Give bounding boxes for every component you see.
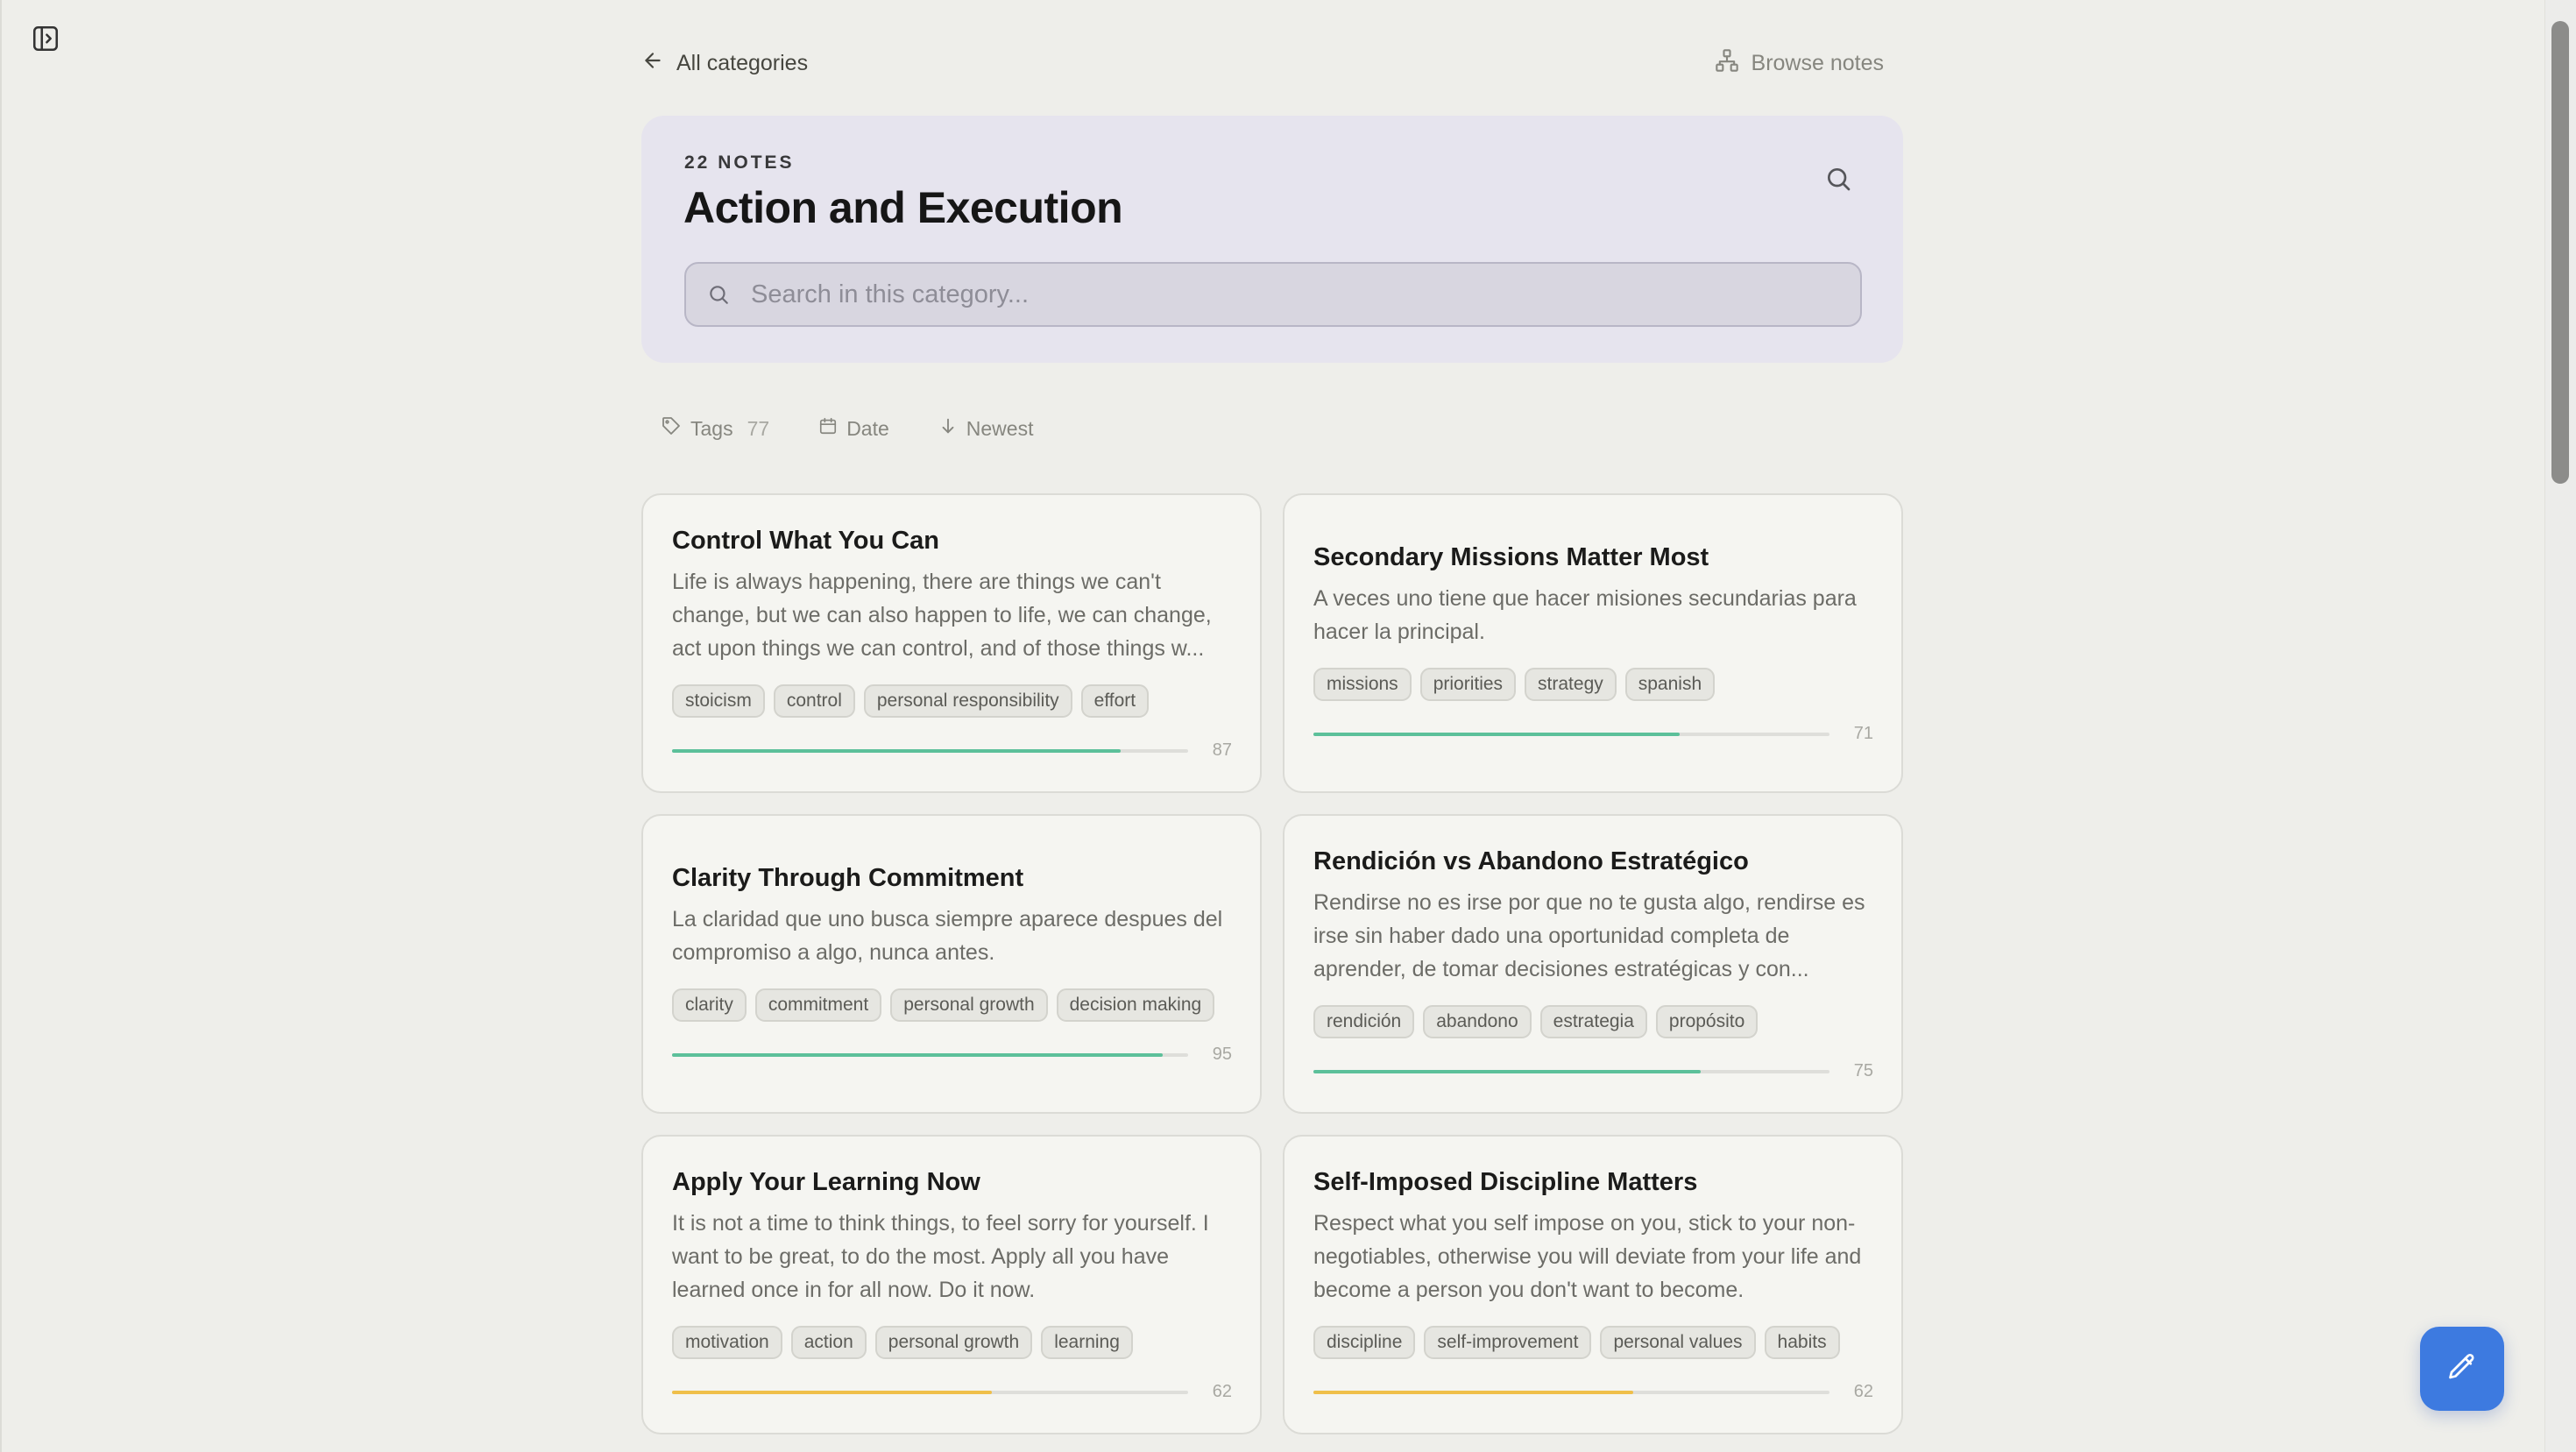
note-score: 71 (1853, 724, 1873, 743)
header-search-button[interactable] (1819, 161, 1858, 200)
note-title: Control What You Can (672, 527, 940, 555)
new-note-button[interactable] (2420, 1327, 2504, 1411)
note-title: Rendición vs Abandono Estratégico (1313, 847, 1749, 875)
note-score-fill (672, 749, 1122, 753)
note-tags: missions priorities strategy spanish (1313, 668, 1716, 701)
note-excerpt: Rendirse no es irse por que no te gusta … (1313, 890, 1865, 981)
note-card[interactable]: Rendición vs Abandono Estratégico Rendir… (1283, 814, 1903, 1114)
note-title: Self-Imposed Discipline Matters (1313, 1168, 1698, 1196)
tag-chip[interactable]: motivation (672, 1326, 782, 1359)
arrow-left-icon (641, 49, 664, 78)
note-card[interactable]: Control What You Can Life is always happ… (641, 493, 1262, 793)
note-excerpt: Respect what you self impose on you, sti… (1313, 1211, 1862, 1302)
pencil-icon (2446, 1351, 2478, 1387)
note-card[interactable]: Apply Your Learning Now It is not a time… (641, 1135, 1262, 1434)
tag-chip[interactable]: self-improvement (1424, 1326, 1592, 1359)
sort-button[interactable]: Newest (938, 416, 1034, 441)
browse-notes-label: Browse notes (1751, 50, 1884, 75)
note-title: Apply Your Learning Now (672, 1168, 980, 1196)
tag-chip[interactable]: control (773, 684, 855, 718)
tag-chip[interactable]: commitment (754, 988, 882, 1022)
note-score-fill (672, 1391, 993, 1394)
tag-chip[interactable]: rendición (1313, 1005, 1415, 1038)
note-score-fill (1313, 1391, 1634, 1394)
note-tags: discipline self-improvement personal val… (1313, 1326, 1840, 1359)
note-score-bar (1313, 1070, 1829, 1073)
tag-chip[interactable]: habits (1764, 1326, 1840, 1359)
note-score: 87 (1212, 740, 1232, 760)
tag-chip[interactable]: clarity (672, 988, 747, 1022)
tag-chip[interactable]: spanish (1624, 668, 1716, 701)
arrow-down-icon (938, 416, 958, 441)
note-title: Secondary Missions Matter Most (1313, 543, 1709, 571)
note-score-bar (1313, 1391, 1829, 1394)
note-score: 75 (1853, 1061, 1873, 1080)
note-excerpt: It is not a time to think things, to fee… (672, 1211, 1209, 1302)
note-score-fill (1313, 733, 1681, 736)
tag-chip[interactable]: personal values (1600, 1326, 1756, 1359)
note-excerpt: La claridad que uno busca siempre aparec… (672, 907, 1223, 965)
tag-chip[interactable]: decision making (1056, 988, 1215, 1022)
tag-icon (661, 415, 682, 442)
tags-filter-label: Tags (690, 416, 733, 440)
note-title: Clarity Through Commitment (672, 864, 1024, 892)
category-search-field[interactable] (684, 262, 1862, 327)
tag-chip[interactable]: personal responsibility (863, 684, 1072, 718)
scrollbar-thumb[interactable] (2551, 21, 2569, 484)
tags-count: 77 (747, 416, 770, 440)
tag-chip[interactable]: discipline (1313, 1326, 1416, 1359)
note-tags: rendición abandono estrategia propósito (1313, 1005, 1759, 1038)
tag-chip[interactable]: estrategia (1539, 1005, 1647, 1038)
back-to-all-categories-link[interactable]: All categories (641, 46, 808, 81)
note-tags: stoicism control personal responsibility… (672, 684, 1150, 718)
network-icon (1715, 48, 1739, 79)
notes-count: 22 NOTES (684, 152, 795, 173)
window-edge (0, 0, 2, 1452)
page-title: Action and Execution (683, 183, 1123, 232)
tag-chip[interactable]: learning (1041, 1326, 1133, 1359)
date-filter-button[interactable]: Date (818, 416, 889, 441)
tag-chip[interactable]: action (790, 1326, 867, 1359)
browse-notes-link[interactable]: Browse notes (1715, 46, 1884, 81)
app-window: All categories Browse notes 22 NOTES Act… (0, 0, 2576, 1452)
note-tags: clarity commitment personal growth decis… (672, 988, 1215, 1022)
note-score-fill (1313, 1070, 1701, 1073)
tag-chip[interactable]: propósito (1655, 1005, 1759, 1038)
date-filter-label: Date (846, 416, 889, 440)
note-card[interactable]: Clarity Through Commitment La claridad q… (641, 814, 1262, 1114)
category-header: 22 NOTES Action and Execution (641, 116, 1903, 363)
calendar-icon (818, 416, 838, 441)
tag-chip[interactable]: personal growth (890, 988, 1048, 1022)
category-search-input[interactable] (749, 279, 1804, 310)
note-card[interactable]: Secondary Missions Matter Most A veces u… (1283, 493, 1903, 793)
tag-chip[interactable]: strategy (1525, 668, 1617, 701)
note-score-bar (672, 749, 1188, 753)
tag-chip[interactable]: stoicism (672, 684, 765, 718)
note-score-bar (672, 1053, 1188, 1057)
tag-chip[interactable]: effort (1080, 684, 1150, 718)
sort-label: Newest (966, 416, 1034, 440)
note-score-fill (672, 1053, 1163, 1057)
tag-chip[interactable]: missions (1313, 668, 1412, 701)
search-icon (705, 281, 732, 308)
sidebar-toggle-button[interactable] (28, 23, 63, 58)
note-score: 62 (1853, 1382, 1873, 1401)
tag-chip[interactable]: abandono (1423, 1005, 1532, 1038)
note-score-bar (1313, 733, 1829, 736)
note-excerpt: A veces uno tiene que hacer misiones sec… (1313, 586, 1857, 644)
note-score: 62 (1212, 1382, 1232, 1401)
note-score-bar (672, 1391, 1188, 1394)
back-link-label: All categories (676, 50, 809, 75)
search-icon (1824, 165, 1852, 197)
tags-filter-button[interactable]: Tags 77 (661, 415, 769, 442)
note-tags: motivation action personal growth learni… (672, 1326, 1133, 1359)
tag-chip[interactable]: priorities (1419, 668, 1517, 701)
sidebar-toggle-icon (31, 24, 60, 58)
note-card[interactable]: Self-Imposed Discipline Matters Respect … (1283, 1135, 1903, 1434)
filter-bar: Tags 77 Date Newest (661, 412, 1082, 445)
note-excerpt: Life is always happening, there are thin… (672, 570, 1212, 661)
note-score: 95 (1212, 1045, 1232, 1064)
tag-chip[interactable]: personal growth (874, 1326, 1033, 1359)
